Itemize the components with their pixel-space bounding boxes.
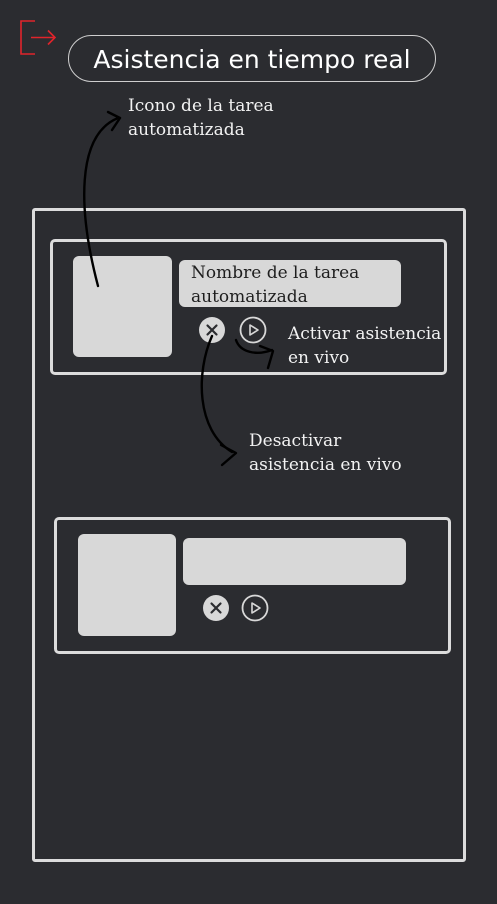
close-icon[interactable]	[202, 594, 230, 622]
arrow-to-task-icon-head	[106, 110, 122, 132]
annotation-task-icon-line-1: Icono de la tarea	[128, 96, 274, 116]
annotation-deactivate: Desactivar asistencia en vivo	[249, 429, 402, 477]
task-name: Nombre de la tarea automatizada	[179, 260, 401, 307]
annotation-task-icon-line-2: automatizada	[128, 120, 245, 140]
task-name-line-2: automatizada	[191, 287, 308, 307]
page: Asistencia en tiempo real Icono de la ta…	[0, 0, 497, 904]
task-thumbnail	[78, 534, 176, 636]
annotation-activate-line-1: Activar asistencia	[288, 324, 442, 344]
close-icon[interactable]	[198, 316, 226, 344]
annotation-activate: Activar asistencia en vivo	[288, 322, 441, 370]
annotation-deactivate-line-1: Desactivar	[249, 431, 342, 451]
task-name	[183, 538, 406, 585]
annotation-deactivate-line-2: asistencia en vivo	[249, 455, 402, 475]
annotation-task-icon: Icono de la tarea automatizada	[128, 94, 274, 142]
play-icon[interactable]	[239, 316, 267, 344]
page-title: Asistencia en tiempo real	[68, 35, 436, 82]
play-icon[interactable]	[241, 594, 269, 622]
task-thumbnail	[73, 256, 172, 357]
logout-icon[interactable]	[18, 19, 58, 57]
annotation-activate-line-2: en vivo	[288, 348, 350, 368]
task-name-line-1: Nombre de la tarea	[191, 263, 360, 283]
